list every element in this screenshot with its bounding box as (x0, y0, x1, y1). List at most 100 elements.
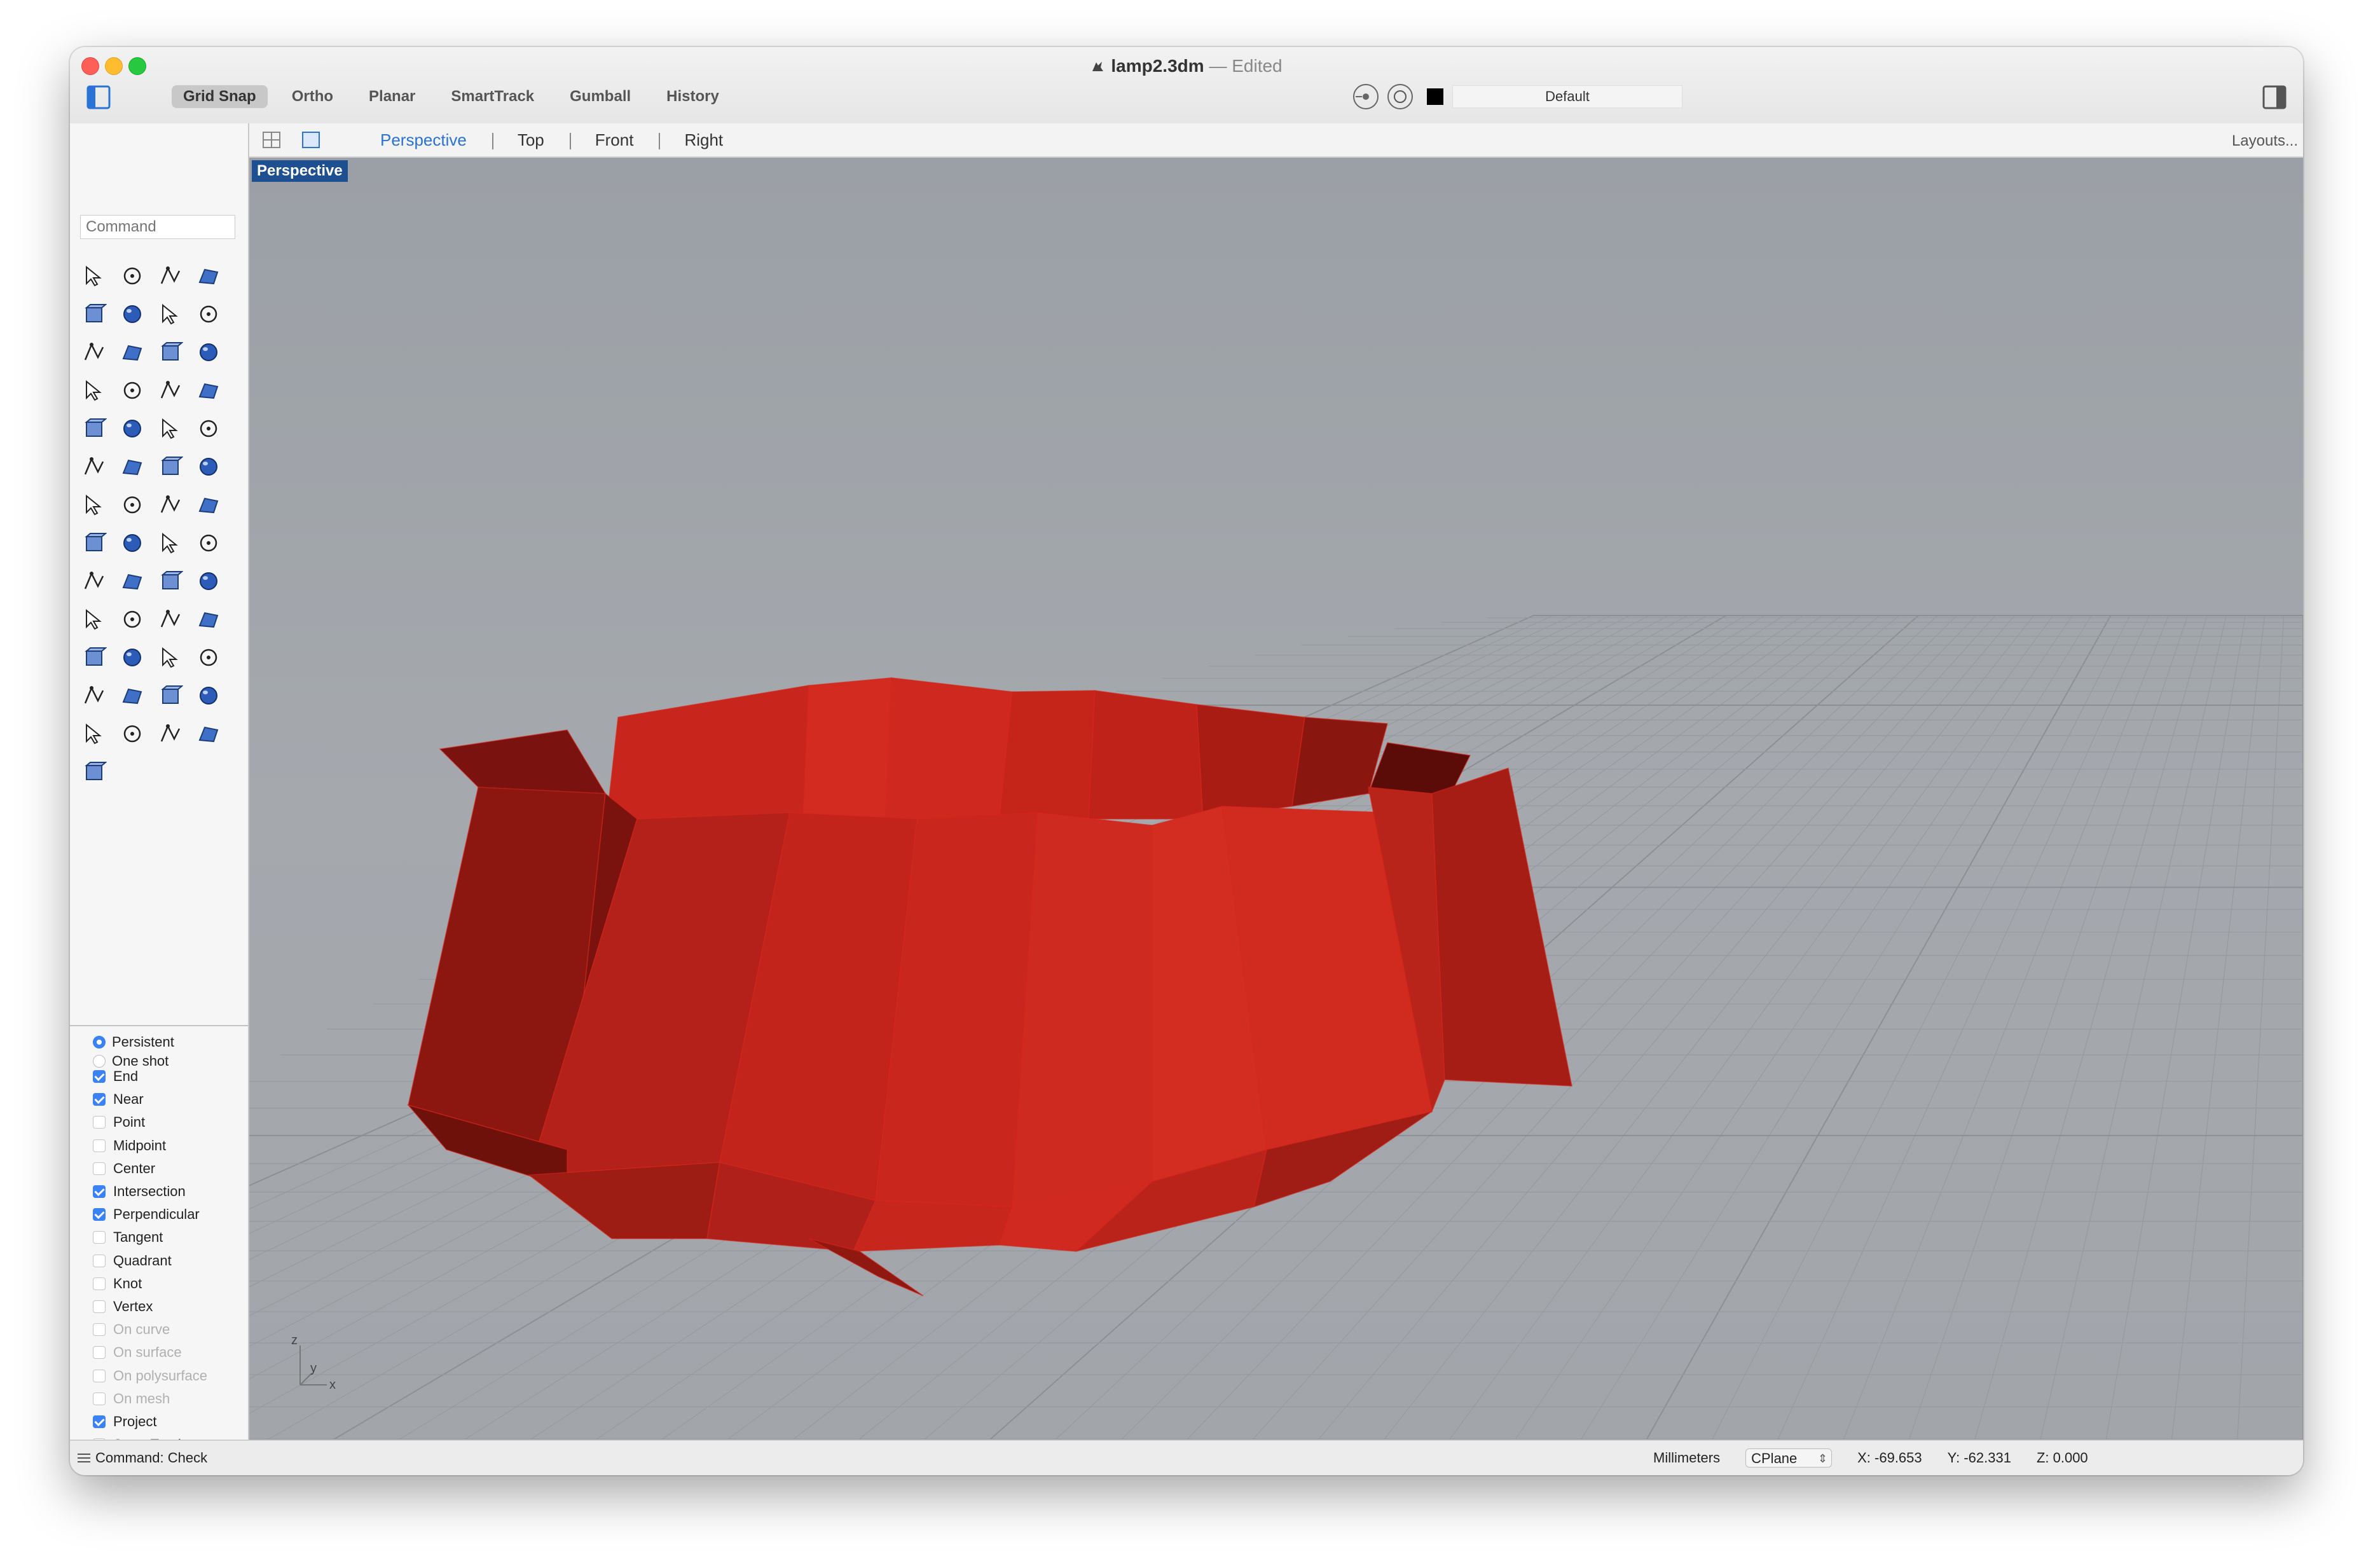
osnap-toggle-button[interactable] (1353, 84, 1379, 109)
tool-offset-button[interactable] (189, 448, 228, 486)
osnap-option-on-mesh[interactable]: On mesh (93, 1389, 170, 1408)
tool-mirror-button[interactable] (189, 486, 228, 524)
tool-car-render-button[interactable] (113, 638, 151, 677)
left-sidebar-toggle-icon[interactable] (86, 85, 111, 109)
radio-button[interactable] (93, 1055, 106, 1068)
checkbox[interactable] (93, 1139, 106, 1152)
checkbox[interactable] (93, 1415, 106, 1428)
mode-planar-button[interactable]: Planar (357, 85, 427, 108)
render-mode-button[interactable] (1387, 84, 1413, 109)
tool-light-button[interactable] (75, 677, 113, 715)
radio-button[interactable] (93, 1036, 106, 1049)
checkbox[interactable] (93, 1116, 106, 1129)
tool-layer-state-button[interactable] (189, 562, 228, 600)
tool-zoom-window-button[interactable] (113, 600, 151, 638)
osnap-option-project[interactable]: Project (93, 1412, 156, 1431)
checkbox[interactable] (93, 1392, 106, 1405)
tool-material-button[interactable] (151, 677, 189, 715)
lamp-face[interactable] (1431, 767, 1572, 1087)
tool-properties-button[interactable] (151, 562, 189, 600)
tool-align-button[interactable] (189, 524, 228, 562)
four-viewport-layout-icon[interactable] (262, 131, 281, 149)
tool-lock-button[interactable] (113, 677, 151, 715)
checkbox[interactable] (93, 1162, 106, 1175)
tool-group-button[interactable] (189, 638, 228, 677)
tool-transform-button[interactable] (113, 486, 151, 524)
tool-blend-curve-button[interactable] (151, 448, 189, 486)
tool-split-button[interactable] (151, 409, 189, 448)
cplane-select[interactable]: CPlane (1745, 1448, 1833, 1468)
tool-check-button[interactable] (113, 562, 151, 600)
lamp-face[interactable] (1196, 704, 1305, 820)
tool-wireframe-sphere-button[interactable] (113, 715, 151, 753)
osnap-option-center[interactable]: Center (93, 1159, 155, 1178)
tool-select-button[interactable] (75, 257, 113, 295)
tab-front[interactable]: Front (569, 130, 659, 150)
osnap-option-on-surface[interactable]: On surface (93, 1343, 182, 1362)
tab-perspective[interactable]: Perspective (355, 130, 492, 150)
command-history-menu-icon[interactable] (76, 1452, 92, 1464)
tool-polygon-button[interactable] (151, 295, 189, 333)
osnap-option-perpendicular[interactable]: Perpendicular (93, 1205, 200, 1224)
tool-curve-button[interactable] (189, 257, 228, 295)
checkbox[interactable] (93, 1323, 106, 1337)
tool-zoom-selected-button[interactable] (189, 600, 228, 638)
current-layer-field[interactable]: Default (1452, 85, 1682, 108)
checkbox[interactable] (93, 1231, 106, 1244)
mode-gumball-button[interactable]: Gumball (558, 85, 642, 108)
lamp-face[interactable] (802, 677, 892, 832)
osnap-option-vertex[interactable]: Vertex (93, 1297, 153, 1316)
tool-rotate-view-button[interactable] (75, 638, 113, 677)
command-history[interactable]: Command: Check (76, 1450, 207, 1466)
osnap-option-knot[interactable]: Knot (93, 1274, 142, 1293)
units-label[interactable]: Millimeters (1653, 1450, 1720, 1466)
mode-history-button[interactable]: History (655, 85, 731, 108)
osnap-option-end[interactable]: End (93, 1067, 138, 1086)
right-panel-toggle-icon[interactable] (2262, 85, 2287, 109)
tool-rectangle-button[interactable] (189, 295, 228, 333)
tool-trim-button[interactable] (189, 409, 228, 448)
tool-explode-button[interactable] (113, 409, 151, 448)
mode-ortho-button[interactable]: Ortho (280, 85, 345, 108)
tool-join-button[interactable] (113, 448, 151, 486)
viewport-title-label[interactable]: Perspective (252, 160, 348, 182)
tool-sphere-button[interactable] (113, 371, 151, 409)
osnap-option-intersection[interactable]: Intersection (93, 1182, 186, 1201)
checkbox[interactable] (93, 1254, 106, 1267)
tool-surface-from-points-button[interactable] (151, 333, 189, 371)
tool-block-button[interactable] (75, 524, 113, 562)
osnap-option-tangent[interactable]: Tangent (93, 1228, 163, 1247)
perspective-viewport[interactable]: Perspective z y x (249, 158, 2303, 1440)
osnap-mode-persistent[interactable]: Persistent (93, 1033, 174, 1052)
tool-array-button[interactable] (151, 486, 189, 524)
tool-sweep-button[interactable] (189, 333, 228, 371)
checkbox[interactable] (93, 1277, 106, 1290)
tool-history-tree-button[interactable] (75, 753, 113, 791)
osnap-option-quadrant[interactable]: Quadrant (93, 1251, 172, 1270)
lamp-face[interactable] (999, 690, 1096, 820)
tab-right[interactable]: Right (659, 130, 748, 150)
layouts-button[interactable]: Layouts... (2232, 132, 2298, 150)
lamp-face[interactable] (1088, 690, 1204, 820)
tool-flag-button[interactable] (189, 715, 228, 753)
viewport-canvas[interactable] (249, 158, 2303, 1440)
tool-grid-array-button[interactable] (151, 524, 189, 562)
mode-grid-snap-button[interactable]: Grid Snap (172, 85, 268, 108)
checkbox[interactable] (93, 1369, 106, 1382)
tool-zoom-button[interactable] (75, 600, 113, 638)
tool-circle-button[interactable] (75, 295, 113, 333)
lamp-polysurface[interactable] (406, 677, 1572, 1296)
tool-text-button[interactable] (75, 486, 113, 524)
osnap-option-on-polysurface[interactable]: On polysurface (93, 1366, 207, 1386)
tool-cylinder-button[interactable] (151, 371, 189, 409)
tool-snapshot-button[interactable] (151, 638, 189, 677)
tool-shaded-sphere-button[interactable] (75, 715, 113, 753)
lamp-face[interactable] (605, 685, 809, 832)
osnap-option-on-curve[interactable]: On curve (93, 1320, 170, 1339)
checkbox[interactable] (93, 1093, 106, 1106)
tool-arc-button[interactable] (75, 333, 113, 371)
osnap-option-near[interactable]: Near (93, 1090, 144, 1109)
tool-boolean-button[interactable] (75, 409, 113, 448)
tool-extrude-surface-button[interactable] (189, 371, 228, 409)
tool-ellipse-button[interactable] (113, 295, 151, 333)
